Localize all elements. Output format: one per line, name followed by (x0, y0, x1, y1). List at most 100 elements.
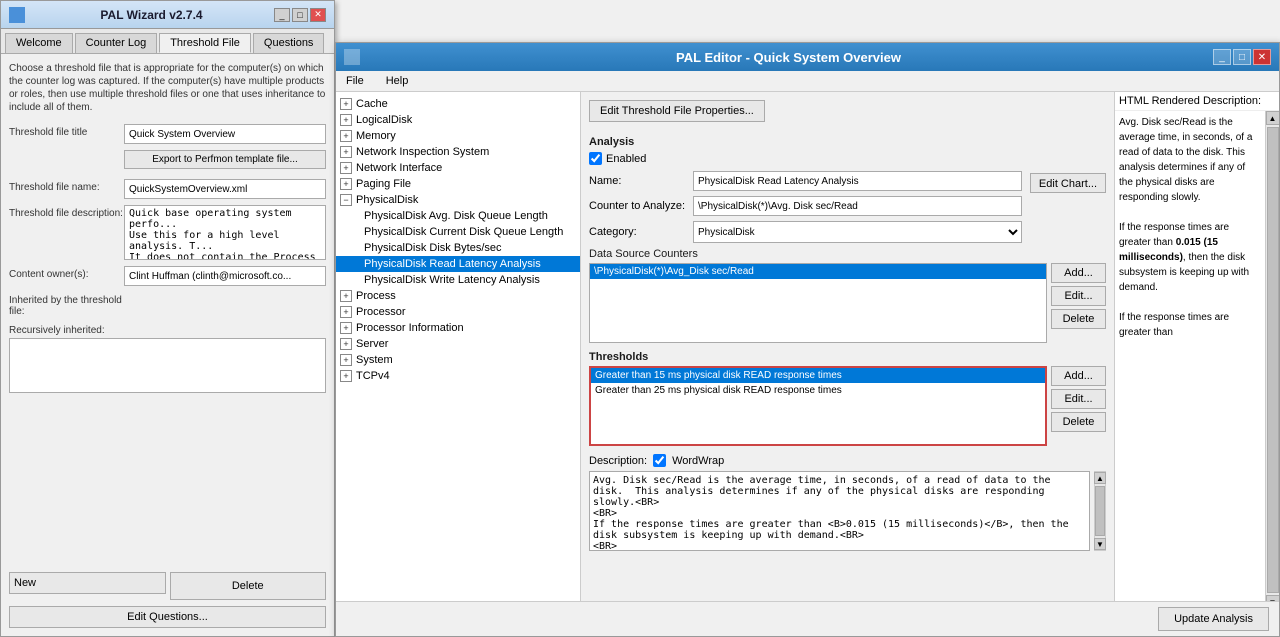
counter-input[interactable] (693, 196, 1022, 216)
name-input[interactable] (693, 171, 1022, 191)
wizard-minimize-button[interactable]: _ (274, 8, 290, 22)
tree-item-memory[interactable]: + Memory (336, 128, 580, 144)
tree-expand-process[interactable]: + (340, 290, 352, 302)
content-owners-input[interactable] (124, 266, 326, 286)
menu-help[interactable]: Help (380, 73, 415, 89)
counter-row: Counter to Analyze: (589, 196, 1022, 216)
category-select[interactable]: PhysicalDisk (693, 221, 1022, 243)
threshold-delete-button[interactable]: Delete (1051, 412, 1106, 432)
tree-expand-processor-info[interactable]: + (340, 322, 352, 334)
datasource-item-0[interactable]: \PhysicalDisk(*)\Avg_Disk sec/Read (590, 264, 1046, 279)
enabled-checkbox[interactable] (589, 152, 602, 165)
tree-item-physicaldisk[interactable]: − PhysicalDisk (336, 192, 580, 208)
tree-item-server[interactable]: + Server (336, 336, 580, 352)
edit-threshold-file-properties-button[interactable]: Edit Threshold File Properties... (589, 100, 765, 122)
threshold-item-1[interactable]: Greater than 25 ms physical disk READ re… (591, 383, 1045, 398)
html-desc-title: HTML Rendered Description: (1115, 92, 1279, 111)
threshold-edit-button[interactable]: Edit... (1051, 389, 1106, 409)
tree-item-process[interactable]: + Process (336, 288, 580, 304)
datasource-add-button[interactable]: Add... (1051, 263, 1106, 283)
html-desc-content: Avg. Disk sec/Read is the average time, … (1115, 111, 1265, 609)
wordwrap-checkbox[interactable] (653, 454, 666, 467)
wizard-window: PAL Wizard v2.7.4 _ □ ✕ Welcome Counter … (0, 0, 335, 637)
tree-item-system[interactable]: + System (336, 352, 580, 368)
tab-counter-log[interactable]: Counter Log (75, 33, 158, 53)
tree-item-physicaldisk-read-latency[interactable]: PhysicalDisk Read Latency Analysis (336, 256, 580, 272)
edit-questions-button[interactable]: Edit Questions... (9, 606, 326, 628)
export-spacer (9, 150, 124, 153)
update-analysis-button[interactable]: Update Analysis (1158, 607, 1269, 631)
wizard-bottom: New Delete Edit Questions... (9, 572, 326, 628)
threshold-file-name-label: Threshold file name: (9, 179, 124, 193)
tree-expand-paging-file[interactable]: + (340, 178, 352, 190)
tree-expand-system[interactable]: + (340, 354, 352, 366)
tree-item-network-interface[interactable]: + Network Interface (336, 160, 580, 176)
datasource-body: \PhysicalDisk(*)\Avg_Disk sec/Read Add..… (589, 263, 1106, 343)
threshold-file-title-input[interactable] (124, 124, 326, 144)
wizard-maximize-button[interactable]: □ (292, 8, 308, 22)
menu-file[interactable]: File (340, 73, 370, 89)
datasource-listbox[interactable]: \PhysicalDisk(*)\Avg_Disk sec/Read (589, 263, 1047, 343)
editor-close-button[interactable]: ✕ (1253, 49, 1271, 65)
threshold-buttons: Add... Edit... Delete (1051, 366, 1106, 446)
html-content-text: Avg. Disk sec/Read is the average time, … (1119, 117, 1252, 203)
tree-item-physicaldisk-bytes[interactable]: PhysicalDisk Disk Bytes/sec (336, 240, 580, 256)
analysis-panel: Edit Threshold File Properties... Analys… (581, 92, 1114, 625)
datasource-edit-button[interactable]: Edit... (1051, 286, 1106, 306)
tree-item-logicaldisk[interactable]: + LogicalDisk (336, 112, 580, 128)
tree-item-physicaldisk-current-queue[interactable]: PhysicalDisk Current Disk Queue Length (336, 224, 580, 240)
inherited-row: Inherited by the threshold file: (9, 292, 326, 317)
name-edit-chart-row: Name: Counter to Analyze: Category: Phys… (589, 171, 1106, 248)
tab-questions[interactable]: Questions (253, 33, 325, 53)
tree-item-cache[interactable]: + Cache (336, 96, 580, 112)
tree-item-paging-file[interactable]: + Paging File (336, 176, 580, 192)
desc-scroll-down[interactable]: ▼ (1094, 538, 1106, 550)
delete-button[interactable]: Delete (170, 572, 327, 600)
html-scroll-up[interactable]: ▲ (1266, 111, 1280, 125)
tree-expand-logicaldisk[interactable]: + (340, 114, 352, 126)
editor-menu: File Help (336, 71, 1279, 92)
recursively-label: Recursively inherited: (9, 325, 326, 336)
tree-item-processor[interactable]: + Processor (336, 304, 580, 320)
thresholds-body: Greater than 15 ms physical disk READ re… (589, 366, 1106, 446)
tree-expand-cache[interactable]: + (340, 98, 352, 110)
tree-expand-tcpv4[interactable]: + (340, 370, 352, 382)
inherited-label: Inherited by the threshold file: (9, 292, 124, 317)
desc-scroll-up[interactable]: ▲ (1094, 472, 1106, 484)
threshold-listbox[interactable]: Greater than 15 ms physical disk READ re… (589, 366, 1047, 446)
editor-minimize-button[interactable]: _ (1213, 49, 1231, 65)
html-content-text2: If the response times are greater than 0… (1119, 222, 1249, 293)
tree-expand-processor[interactable]: + (340, 306, 352, 318)
tree-item-physicaldisk-avg-queue[interactable]: PhysicalDisk Avg. Disk Queue Length (336, 208, 580, 224)
name-row: Name: (589, 171, 1022, 191)
html-desc-scrollbar: ▲ ▼ (1265, 111, 1279, 609)
datasource-label: Data Source Counters (589, 248, 1106, 260)
tab-threshold-file[interactable]: Threshold File (159, 33, 251, 53)
wizard-close-button[interactable]: ✕ (310, 8, 326, 22)
name-label: Name: (589, 175, 689, 187)
datasource-delete-button[interactable]: Delete (1051, 309, 1106, 329)
threshold-add-button[interactable]: Add... (1051, 366, 1106, 386)
tree-item-processor-info[interactable]: + Processor Information (336, 320, 580, 336)
tree-item-physicaldisk-write-latency[interactable]: PhysicalDisk Write Latency Analysis (336, 272, 580, 288)
new-button[interactable]: New (9, 572, 166, 594)
editor-maximize-button[interactable]: □ (1233, 49, 1251, 65)
wizard-title: PAL Wizard v2.7.4 (29, 8, 274, 22)
edit-chart-button[interactable]: Edit Chart... (1030, 173, 1106, 193)
tree-expand-server[interactable]: + (340, 338, 352, 350)
tree-expand-network-interface[interactable]: + (340, 162, 352, 174)
description-textarea[interactable]: Avg. Disk sec/Read is the average time, … (589, 471, 1090, 551)
tree-expand-memory[interactable]: + (340, 130, 352, 142)
tree-item-network-inspection[interactable]: + Network Inspection System (336, 144, 580, 160)
tree-expand-physicaldisk[interactable]: − (340, 194, 352, 206)
wizard-description: Choose a threshold file that is appropri… (9, 62, 326, 114)
tree-expand-network-inspection[interactable]: + (340, 146, 352, 158)
threshold-item-0[interactable]: Greater than 15 ms physical disk READ re… (591, 368, 1045, 383)
editor-footer: Update Analysis (336, 601, 1279, 636)
threshold-file-desc-textarea[interactable]: Quick base operating system perfo... Use… (124, 205, 326, 260)
editor-win-controls: _ □ ✕ (1213, 49, 1271, 65)
tab-welcome[interactable]: Welcome (5, 33, 73, 53)
threshold-file-name-input[interactable] (124, 179, 326, 199)
tree-item-tcpv4[interactable]: + TCPv4 (336, 368, 580, 384)
export-to-perfmon-button[interactable]: Export to Perfmon template file... (124, 150, 326, 169)
